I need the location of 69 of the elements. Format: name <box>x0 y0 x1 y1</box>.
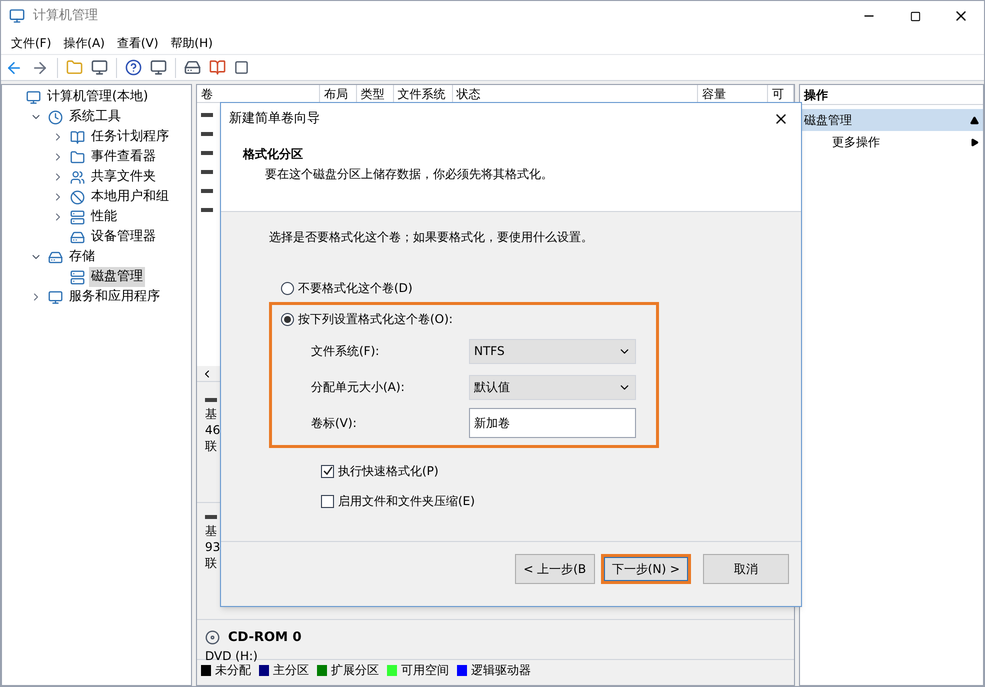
menu-item[interactable]: 操作(A) <box>57 34 111 52</box>
legend-label: 未分配 <box>215 662 251 679</box>
app-icon <box>9 8 25 24</box>
tree-item[interactable]: 存储 <box>67 247 97 267</box>
dialog-subheading: 要在这个磁盘分区上储存数据，你必须先将其格式化。 <box>264 166 554 183</box>
disk-info: 93 <box>205 539 220 555</box>
field-label: 文件系统(F): <box>311 343 380 360</box>
radio-option[interactable]: 按下列设置格式化这个卷(O): <box>281 309 656 329</box>
disk-info: 基 <box>205 406 217 422</box>
menu-item[interactable]: 帮助(H) <box>164 34 219 52</box>
menu-item[interactable]: 文件(F) <box>5 34 58 52</box>
radio-option[interactable]: 不要格式化这个卷(D) <box>281 278 659 298</box>
tree-item[interactable]: 本地用户和组 <box>89 187 171 207</box>
dropdown[interactable]: NTFS <box>469 338 636 364</box>
dialog-heading: 格式化分区 <box>243 146 304 163</box>
tree-item[interactable]: 设备管理器 <box>89 227 158 247</box>
submenu-arrow-icon <box>970 138 979 146</box>
volume-icon <box>201 150 213 154</box>
checkbox[interactable] <box>321 464 334 478</box>
legend-label: 逻辑驱动器 <box>471 662 531 679</box>
radio-button[interactable] <box>281 312 294 326</box>
maximize-icon <box>910 10 920 22</box>
tree-item[interactable]: 磁盘管理 <box>89 267 145 287</box>
disk-info: 联 <box>205 438 217 454</box>
radio-button[interactable] <box>281 282 294 294</box>
legend-label: 主分区 <box>273 662 309 679</box>
tree-item[interactable]: 共享文件夹 <box>89 167 158 187</box>
volume-icon <box>201 208 213 212</box>
legend-label: 扩展分区 <box>331 662 379 679</box>
checkbox[interactable] <box>321 494 334 508</box>
wizard-button[interactable]: 取消 <box>703 554 789 584</box>
menu-item[interactable]: 查看(V) <box>110 34 164 52</box>
tree-item[interactable]: 计算机管理(本地) <box>45 87 150 107</box>
wizard-button[interactable]: < 上一步(B <box>514 554 595 584</box>
help-icon[interactable] <box>125 59 142 76</box>
legend-label: 可用空间 <box>401 662 449 679</box>
actions-header: 操作 <box>800 85 983 105</box>
dialog-title: 新建简单卷向导 <box>229 110 320 128</box>
volume-icon <box>201 170 213 174</box>
volume-label-field[interactable]: 新加卷 <box>469 408 636 438</box>
dropdown[interactable]: 默认值 <box>469 374 636 400</box>
disk-info: 联 <box>205 555 217 571</box>
disk-name: CD-ROM 0 <box>228 629 302 647</box>
panel-icon[interactable] <box>91 59 108 76</box>
volume-icon <box>201 188 213 192</box>
window-title: 计算机管理 <box>33 7 98 26</box>
checkbox-option[interactable]: 执行快速格式化(P) <box>321 456 801 486</box>
disk-info: DVD (H:) <box>205 648 258 664</box>
disk-info: 46 <box>205 422 220 438</box>
tree-item[interactable]: 系统工具 <box>67 107 123 127</box>
tree-item[interactable]: 事件查看器 <box>89 147 158 167</box>
prompt-text: 选择是否要格式化这个卷；如果要格式化，要使用什么设置。 <box>269 229 594 246</box>
panel-icon[interactable] <box>150 59 167 76</box>
volume-icon <box>201 132 213 136</box>
field-label: 分配单元大小(A): <box>311 379 406 396</box>
collapse-icon <box>970 116 979 124</box>
action-item[interactable]: 更多操作 <box>800 131 983 153</box>
tree-item[interactable]: 服务和应用程序 <box>67 287 162 307</box>
checkmark-icon <box>322 466 332 476</box>
cdrom-icon <box>205 630 220 646</box>
wizard-button[interactable]: 下一步(N) > <box>600 554 691 584</box>
volume-icon <box>201 112 213 116</box>
actions-section[interactable]: 磁盘管理 <box>800 109 983 131</box>
tree-item[interactable]: 任务计划程序 <box>89 127 171 147</box>
checkbox-option[interactable]: 启用文件和文件夹压缩(E) <box>321 486 801 516</box>
tree-item[interactable]: 性能 <box>89 207 119 227</box>
drive-icon[interactable] <box>184 59 201 76</box>
disk-info: 基 <box>205 523 217 539</box>
field-label: 卷标(V): <box>311 415 358 432</box>
